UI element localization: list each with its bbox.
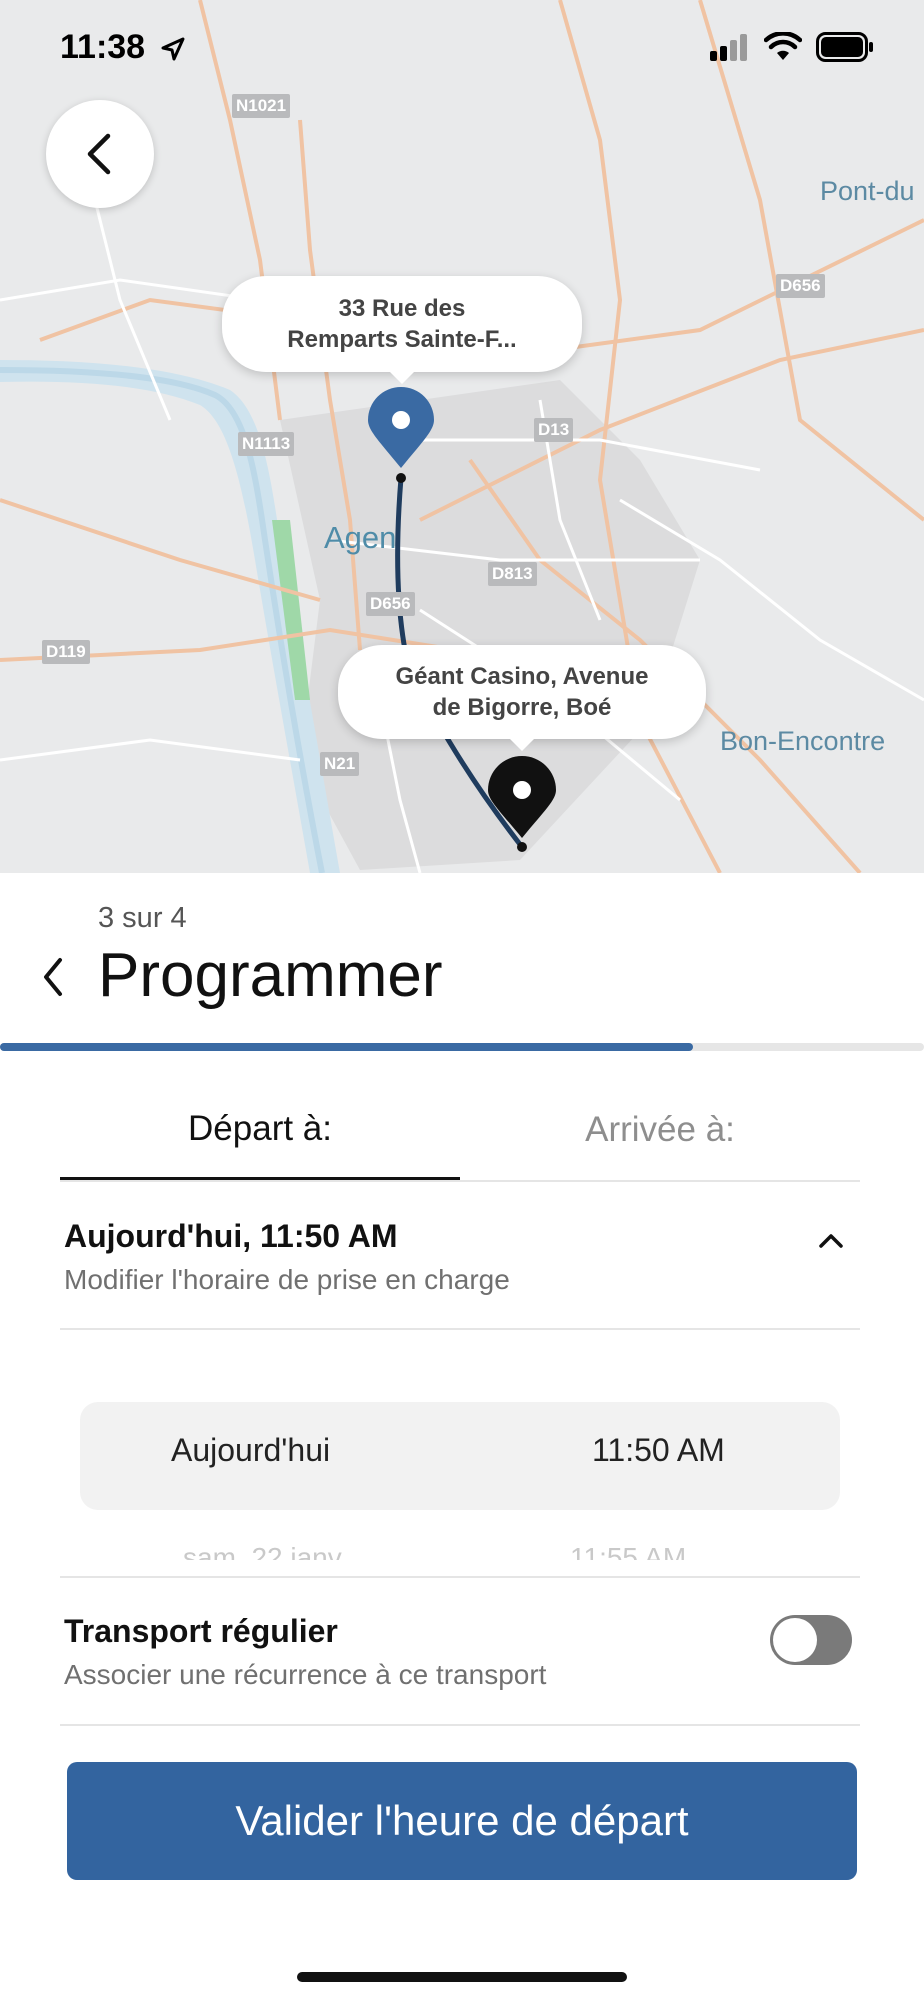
date-time-picker[interactable]: Aujourd'hui 11:50 AM	[80, 1402, 840, 1510]
road-label: N1021	[232, 94, 291, 118]
status-time-text: 11:38	[60, 28, 146, 66]
picker-next-time[interactable]: 11:55 AM	[570, 1538, 686, 1560]
schedule-row[interactable]: Aujourd'hui, 11:50 AM Modifier l'horaire…	[60, 1210, 860, 1330]
progress-bar	[0, 1043, 924, 1051]
tab-bar: Départ à: Arrivée à:	[60, 1080, 860, 1182]
step-indicator: 3 sur 4	[98, 902, 187, 934]
divider	[60, 1328, 860, 1330]
road-label: D13	[534, 418, 574, 442]
recurrence-row: Transport régulier Associer une récurren…	[60, 1605, 860, 1715]
battery-icon	[816, 32, 873, 62]
validate-departure-button[interactable]: Valider l'heure de départ	[67, 1762, 857, 1880]
place-label: Bon-Encontre	[720, 726, 886, 756]
picker-day: Aujourd'hui	[171, 1432, 331, 1468]
road-label: N1113	[238, 432, 295, 456]
page-title: Programmer	[98, 941, 443, 1010]
chevron-up-icon[interactable]	[816, 1228, 846, 1252]
place-label: Pont-du	[820, 176, 915, 206]
map-back-button[interactable]	[46, 100, 154, 208]
tab-departure[interactable]: Départ à:	[60, 1080, 460, 1180]
wifi-icon	[764, 32, 802, 60]
screen: N1021 D656 N1113 D13 D813 D656 D119 N21 …	[0, 0, 924, 2000]
schedule-title: Aujourd'hui, 11:50 AM	[64, 1218, 398, 1254]
status-icons	[708, 32, 874, 62]
map-view[interactable]: N1021 D656 N1113 D13 D813 D656 D119 N21 …	[0, 0, 924, 873]
picker-time: 11:50 AM	[592, 1432, 725, 1468]
picker-next-day[interactable]: sam. 22 janv.	[183, 1538, 347, 1560]
recurrence-subtitle: Associer une récurrence à ce transport	[64, 1659, 547, 1690]
home-indicator[interactable]	[297, 1972, 627, 1982]
recurrence-title: Transport régulier	[64, 1613, 338, 1649]
road-label: N21	[320, 752, 360, 776]
recurrence-toggle[interactable]	[770, 1615, 852, 1665]
divider	[60, 1724, 860, 1726]
pickup-address-line2: Remparts Sainte-F...	[287, 326, 517, 353]
status-time: 11:38	[60, 28, 187, 67]
dropoff-address-line2: de Bigorre, Boé	[432, 694, 612, 721]
road-label: D813	[488, 562, 537, 586]
tab-arrival[interactable]: Arrivée à:	[460, 1080, 860, 1180]
pickup-address-line1: 33 Rue des	[338, 295, 466, 322]
road-label: D656	[776, 274, 825, 298]
toggle-knob	[773, 1618, 817, 1662]
pickup-address-bubble[interactable]: 33 Rue des Remparts Sainte-F...	[222, 276, 582, 384]
dropoff-address-bubble[interactable]: Géant Casino, Avenue de Bigorre, Boé	[338, 645, 706, 751]
chevron-left-icon	[87, 133, 111, 175]
progress-fill	[0, 1043, 693, 1051]
location-arrow-icon	[161, 37, 185, 61]
divider	[60, 1576, 860, 1578]
place-label: Agen	[324, 520, 397, 555]
dropoff-address-line1: Géant Casino, Avenue	[395, 663, 649, 690]
road-label: D119	[42, 640, 90, 664]
cellular-signal-icon	[710, 34, 747, 61]
road-label: D656	[366, 592, 415, 616]
schedule-subtitle: Modifier l'horaire de prise en charge	[64, 1264, 510, 1295]
sheet-back-chevron-icon[interactable]	[34, 952, 74, 1002]
